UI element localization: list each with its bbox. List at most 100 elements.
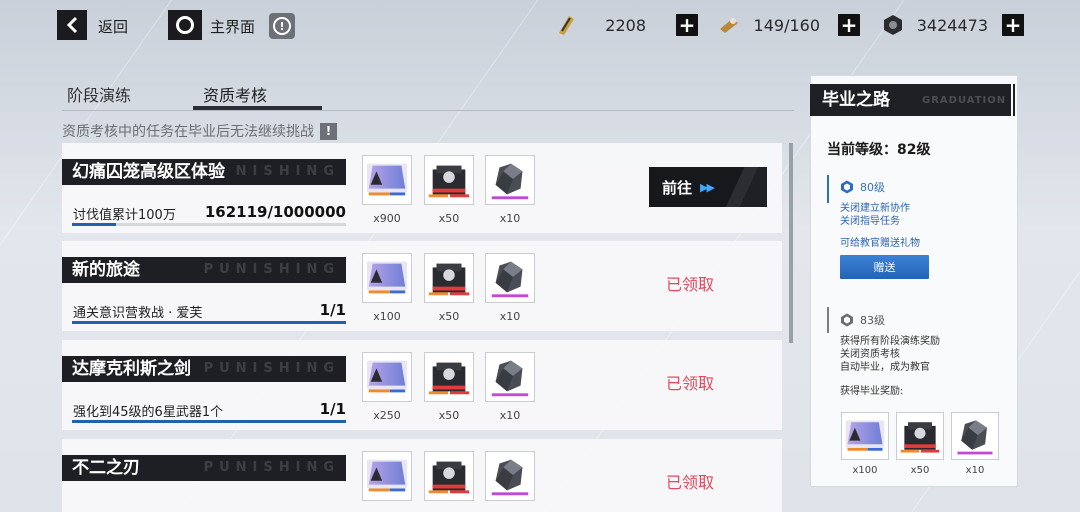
reward-qty: x50 [438, 409, 460, 422]
task-title-text: 达摩克利斯之剑 [72, 359, 191, 379]
ore-icon [485, 451, 535, 501]
reward-qty: x100 [373, 310, 401, 323]
home-button[interactable] [168, 10, 202, 40]
reward-item[interactable]: x50 [424, 253, 474, 323]
panel-title-text: 毕业之路 [822, 90, 890, 110]
plus-icon: + [678, 13, 696, 37]
back-label[interactable]: 返回 [98, 16, 128, 37]
back-button[interactable] [57, 10, 87, 40]
button-decoration [717, 167, 767, 207]
reward-qty: x10 [499, 212, 521, 225]
task-card: 幻痛囚笼高级区体验 NISHING 讨伐值累计100万 162119/10000… [62, 143, 782, 233]
hexagon-icon [841, 180, 853, 194]
reward-item[interactable]: x10 [485, 155, 535, 225]
reward-qty: x10 [965, 465, 985, 476]
task-card: 新的旅途 PUNISHING 通关意识营救战 · 爱芙 1/1 x100 x50… [62, 241, 782, 331]
add-ticket-button[interactable]: + [676, 14, 698, 36]
reward-item[interactable]: x10 [485, 352, 535, 422]
reward-item[interactable] [424, 451, 474, 503]
panel-title-watermark: GRADUATION [922, 95, 1007, 106]
reward-item[interactable] [485, 451, 535, 503]
go-button[interactable]: 前往 ▶▶ [649, 167, 767, 207]
purple-card-icon [841, 412, 889, 460]
add-stamina-button[interactable]: + [838, 14, 860, 36]
supply-box-icon [896, 412, 944, 460]
task-card: 不二之刃 PUNISHING 已领取 [62, 439, 782, 512]
task-title: 幻痛囚笼高级区体验 NISHING [62, 159, 346, 185]
level-80-label: 80级 [860, 181, 885, 194]
home-label[interactable]: 主界面 [210, 16, 255, 37]
coin-icon [880, 12, 906, 38]
graduation-panel: 毕业之路 GRADUATION 当前等级：82级 80级 关闭建立新协作 关闭指… [810, 75, 1018, 487]
task-progress-bar [72, 223, 346, 226]
task-title: 达摩克利斯之剑 PUNISHING [62, 356, 346, 382]
claimed-status: 已领取 [666, 275, 715, 294]
reward-item[interactable]: x50 [424, 352, 474, 422]
ore-icon [485, 253, 535, 303]
reward-item[interactable]: x10 [485, 253, 535, 323]
gift-button[interactable]: 赠送 [840, 255, 929, 279]
panel-title: 毕业之路 GRADUATION [810, 84, 1008, 116]
reward-qty: x250 [373, 409, 401, 422]
level-83-line: 自动毕业，成为教官 [840, 362, 930, 373]
reward-qty: x50 [438, 310, 460, 323]
reward-item[interactable]: x50 [424, 155, 474, 225]
level-80: 80级 [840, 179, 885, 195]
back-arrow-icon [66, 16, 78, 34]
panel-title-accent [1008, 84, 1011, 116]
claimed-status: 已领取 [666, 473, 715, 492]
supply-box-icon [424, 155, 474, 205]
task-progress-text: 1/1 [319, 301, 346, 319]
ore-icon [951, 412, 999, 460]
graduation-reward[interactable]: x100 [841, 412, 889, 476]
task-list[interactable]: 幻痛囚笼高级区体验 NISHING 讨伐值累计100万 162119/10000… [62, 143, 782, 512]
resource-stamina-value: 149/160 [753, 16, 820, 35]
purple-card-icon [362, 253, 412, 303]
graduation-reward[interactable]: x50 [896, 412, 944, 476]
panel-title-accent [1013, 84, 1015, 116]
task-title-text: 幻痛囚笼高级区体验 [72, 162, 225, 182]
resource-coin [880, 10, 906, 40]
ticket-icon [553, 12, 579, 38]
task-progress-fill [72, 420, 346, 423]
reward-qty: x10 [499, 310, 521, 323]
resource-coin-value: 3424473 [916, 16, 988, 35]
tab-qualification[interactable]: 资质考核 [203, 82, 267, 106]
reward-qty: x10 [499, 409, 521, 422]
top-bar: 返回 主界面 ! 2208 + 149/160 + 3424473 + [0, 0, 1080, 52]
reward-item[interactable]: x100 [362, 253, 412, 323]
reward-item[interactable] [362, 451, 412, 503]
level-83-label: 83级 [860, 314, 885, 327]
current-level: 当前等级：82级 [827, 142, 931, 158]
level-83-line: 关闭资质考核 [840, 349, 900, 360]
reward-item[interactable]: x250 [362, 352, 412, 422]
reward-qty: x900 [373, 212, 401, 225]
task-progress-bar [72, 420, 346, 423]
reward-qty: x50 [438, 212, 460, 225]
hexagon-icon [841, 313, 853, 327]
info-button[interactable]: ! [269, 13, 295, 39]
task-title-watermark: PUNISHING [203, 262, 340, 277]
graduation-reward[interactable]: x10 [951, 412, 999, 476]
task-list-scrollbar[interactable] [789, 143, 793, 343]
tab-stage-drill[interactable]: 阶段演练 [67, 82, 131, 106]
home-icon [176, 16, 194, 34]
level-83-line: 获得所有阶段演练奖励 [840, 336, 940, 347]
level-80-line: 关闭指导任务 [840, 216, 900, 227]
stamina-icon [715, 12, 741, 38]
task-progress-fill [72, 321, 346, 324]
purple-card-icon [362, 352, 412, 402]
ore-icon [485, 352, 535, 402]
task-description: 讨伐值累计100万 [73, 208, 176, 223]
notice-text: 资质考核中的任务在毕业后无法继续挑战 [62, 124, 314, 140]
level-83: 83级 [840, 312, 885, 328]
reward-item[interactable]: x900 [362, 155, 412, 225]
gift-text: 可给教官赠送礼物 [840, 238, 920, 249]
task-title-text: 不二之刃 [72, 458, 140, 478]
task-progress-text: 162119/1000000 [204, 203, 346, 221]
task-progress-fill [72, 223, 117, 226]
add-coin-button[interactable]: + [1002, 14, 1024, 36]
task-title: 新的旅途 PUNISHING [62, 257, 346, 283]
ore-icon [485, 155, 535, 205]
task-title-text: 新的旅途 [72, 260, 140, 280]
